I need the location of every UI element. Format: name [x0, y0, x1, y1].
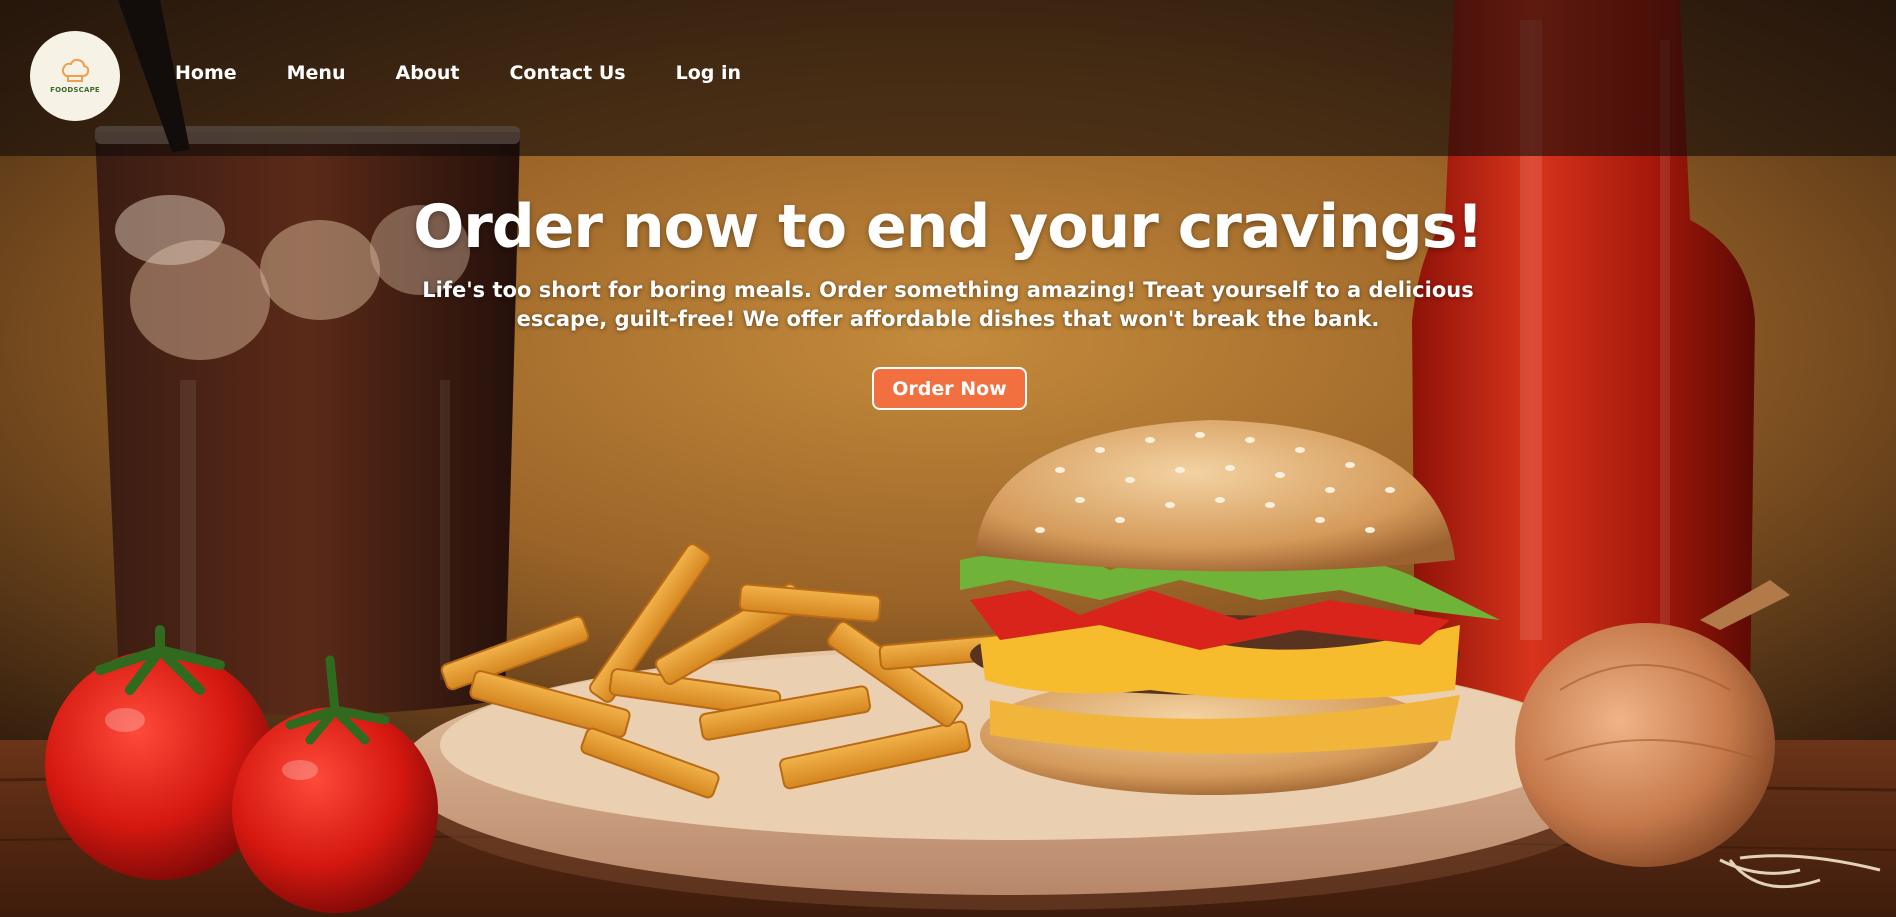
order-now-button[interactable]: Order Now	[872, 367, 1027, 410]
nav-menu: Home Menu About Contact Us Log in	[175, 62, 741, 84]
nav-item-menu[interactable]: Menu	[287, 62, 346, 84]
hero-title: Order now to end your cravings!	[413, 192, 1484, 262]
nav-item-about[interactable]: About	[396, 62, 460, 84]
chef-hat-icon	[61, 58, 90, 82]
nav-item-home[interactable]: Home	[175, 62, 237, 84]
nav-item-log-in[interactable]: Log in	[676, 62, 741, 84]
nav-item-contact-us[interactable]: Contact Us	[509, 62, 625, 84]
logo-text: FOODSCAPE	[50, 86, 100, 94]
navbar: FOODSCAPE Home Menu About Contact Us Log…	[0, 0, 1896, 156]
brand-logo[interactable]: FOODSCAPE	[30, 31, 120, 121]
hero-subtitle: Life's too short for boring meals. Order…	[422, 278, 1474, 331]
